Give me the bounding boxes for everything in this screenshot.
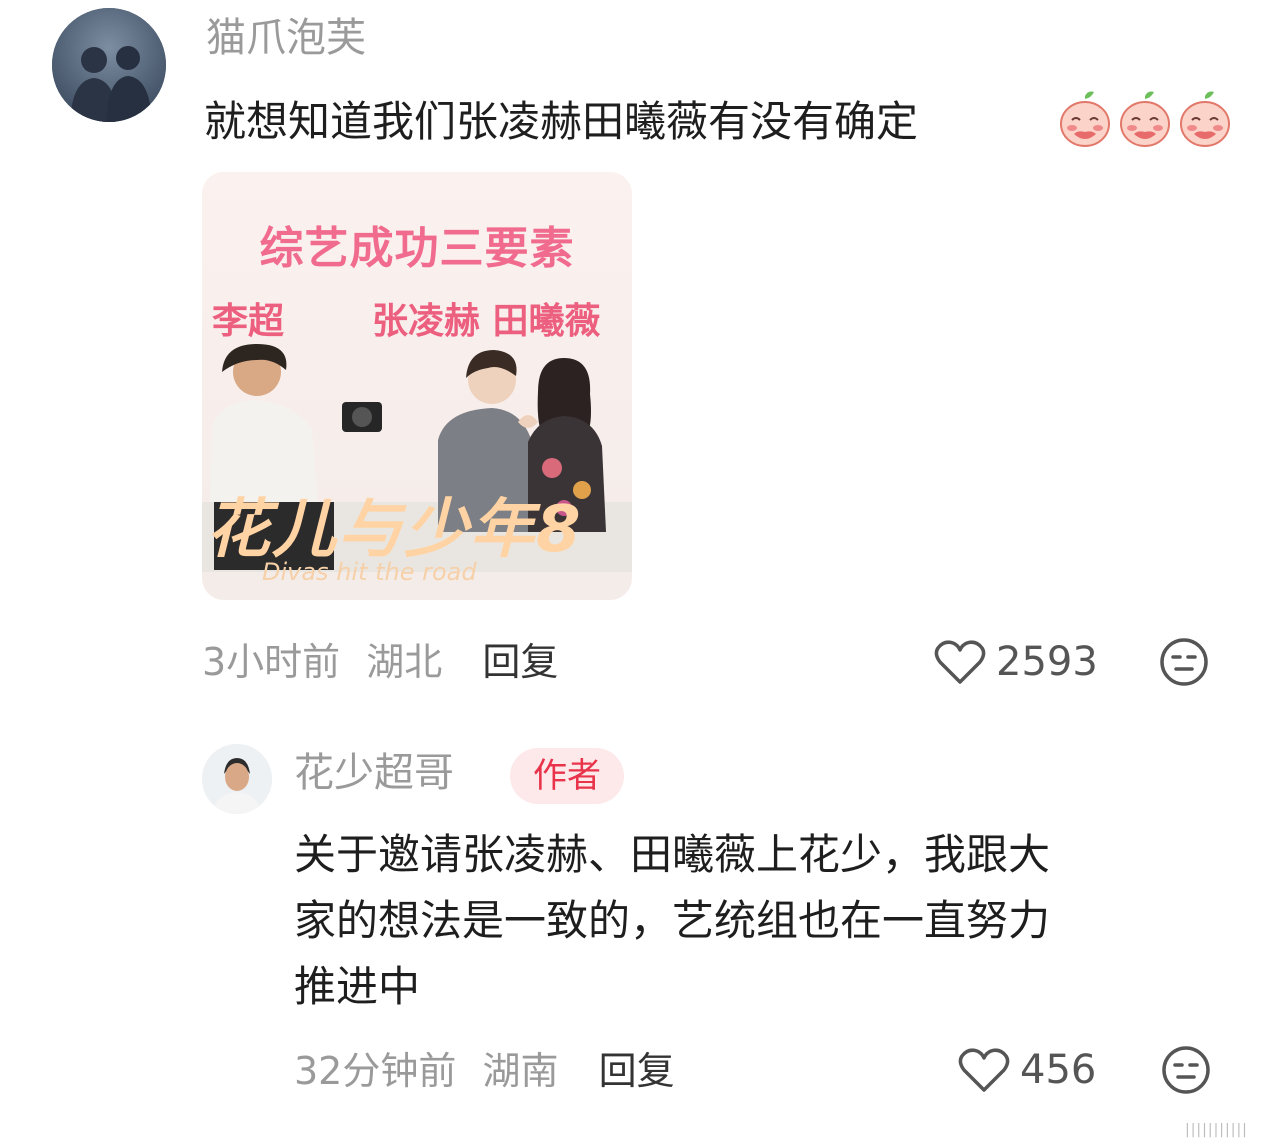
comment-time: 3小时前 bbox=[202, 640, 341, 684]
heart-icon bbox=[934, 640, 986, 684]
blushing-peach-emoji bbox=[1180, 91, 1230, 147]
author-badge: 作者 bbox=[510, 748, 624, 804]
reply-time: 32分钟前 bbox=[294, 1049, 457, 1093]
comment-image-attachment[interactable]: 综艺成功三要素 李超 张凌赫 田曦薇 花儿与少年8 Divas hit the … bbox=[202, 172, 632, 600]
image-left-name: 李超 bbox=[212, 301, 285, 342]
reply-text-line: 家的想法是一致的，艺统组也在一直努力 bbox=[294, 896, 1051, 945]
blushing-peach-emoji bbox=[1060, 91, 1110, 147]
heart-icon bbox=[958, 1048, 1010, 1092]
reply-like-button[interactable]: 456 bbox=[958, 1040, 1096, 1100]
image-headline: 综艺成功三要素 bbox=[259, 223, 575, 274]
replier-avatar[interactable] bbox=[202, 744, 272, 814]
reply-like-count: 456 bbox=[1020, 1047, 1097, 1093]
image-right-names: 张凌赫 田曦薇 bbox=[372, 301, 601, 342]
blushing-peach-emoji bbox=[1120, 91, 1170, 147]
reply-text-line: 关于邀请张凌赫、田曦薇上花少，我跟大 bbox=[294, 830, 1051, 879]
reply-location: 湖南 bbox=[482, 1049, 559, 1093]
comment-meta: 3小时前 湖北 回复 bbox=[202, 634, 558, 690]
comment-like-button[interactable]: 2593 bbox=[934, 632, 1098, 692]
image-show-subtitle: Divas hit the road bbox=[262, 558, 477, 586]
image-show-title: 花儿与少年8 bbox=[206, 493, 583, 567]
replier-username[interactable]: 花少超哥 bbox=[294, 746, 454, 800]
reply-meta: 32分钟前 湖南 回复 bbox=[294, 1042, 675, 1100]
commenter-avatar[interactable] bbox=[52, 8, 166, 122]
reply-text: 关于邀请张凌赫、田曦薇上花少，我跟大 家的想法是一致的，艺统组也在一直努力 推进… bbox=[294, 822, 1214, 1020]
watermark: ||||||||||| bbox=[1185, 1122, 1248, 1138]
reply-text-line: 推进中 bbox=[294, 962, 421, 1011]
comment-emoji-row bbox=[1058, 90, 1232, 148]
comment-location: 湖北 bbox=[366, 640, 443, 684]
dislike-face-icon[interactable] bbox=[1158, 636, 1210, 688]
comment-reply-button[interactable]: 回复 bbox=[482, 640, 558, 684]
commenter-username[interactable]: 猫爪泡芙 bbox=[206, 12, 366, 64]
comment-like-count: 2593 bbox=[996, 639, 1098, 685]
reply-reply-button[interactable]: 回复 bbox=[599, 1049, 675, 1093]
dislike-face-icon[interactable] bbox=[1160, 1044, 1212, 1096]
comment-text: 就想知道我们张凌赫田曦薇有没有确定 bbox=[204, 97, 919, 146]
